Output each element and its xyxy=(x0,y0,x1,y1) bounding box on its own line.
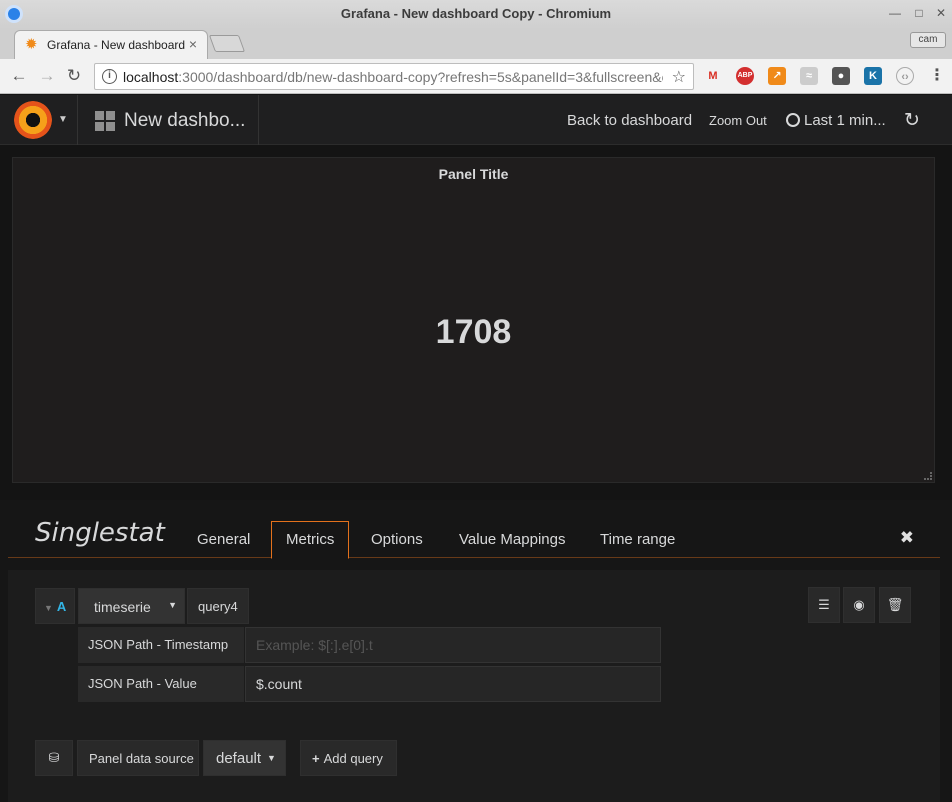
resize-handle-icon[interactable] xyxy=(924,472,932,480)
grafana-navbar: ▼ New dashbo... Back to dashboard Zoom O… xyxy=(0,95,952,145)
refresh-icon[interactable]: ↻ xyxy=(904,109,920,132)
tab-options[interactable]: Options xyxy=(357,522,437,558)
back-arrow-icon[interactable]: ← xyxy=(8,65,30,87)
window-titlebar: Grafana - New dashboard Copy - Chromium … xyxy=(0,0,952,29)
reload-icon[interactable]: ↻ xyxy=(63,65,85,87)
caret-down-icon: ▼ xyxy=(267,753,276,763)
bookmark-star-icon[interactable]: ☆ xyxy=(672,67,686,87)
editor-header: Singlestat General Metrics Options Value… xyxy=(8,512,940,559)
new-tab-button[interactable] xyxy=(208,35,246,52)
caret-down-icon: ▼ xyxy=(44,603,53,613)
tab-time-range[interactable]: Time range xyxy=(586,522,689,558)
close-window-icon[interactable]: ✕ xyxy=(932,5,950,21)
panel-data-source-label: Panel data source xyxy=(77,740,199,776)
panel-value: 1708 xyxy=(435,313,512,351)
url-text[interactable]: localhost:3000/dashboard/db/new-dashboar… xyxy=(123,69,663,85)
query-type-select[interactable]: timeserie ▼ xyxy=(78,588,185,624)
zoom-out-button[interactable]: Zoom Out xyxy=(709,113,767,128)
profile-button[interactable]: cam xyxy=(910,32,946,48)
menu-bars-icon[interactable]: ☰ xyxy=(808,587,840,623)
clock-icon xyxy=(786,113,800,127)
browser-tab[interactable]: ✹ Grafana - New dashboard Copy × xyxy=(14,30,208,59)
database-icon[interactable]: ⛁ xyxy=(35,740,73,776)
timestamp-path-label: JSON Path - Timestamp xyxy=(78,627,244,663)
window-title: Grafana - New dashboard Copy - Chromium xyxy=(340,6,612,21)
value-path-label: JSON Path - Value xyxy=(78,666,244,702)
plus-icon: + xyxy=(312,751,320,766)
dashboard-title: New dashbo... xyxy=(124,110,246,131)
rss-icon[interactable]: ≈ xyxy=(800,67,818,85)
tab-general[interactable]: General xyxy=(183,522,264,558)
browser-toolbar: ← → ↻ i localhost:3000/dashboard/db/new-… xyxy=(0,59,952,94)
lightbulb-icon[interactable]: ● xyxy=(832,67,850,85)
panel-title[interactable]: Panel Title xyxy=(13,166,934,182)
dashboard-grid-icon xyxy=(95,111,115,131)
bracket-icon[interactable]: ‹› xyxy=(896,67,914,85)
editor-title: Singlestat xyxy=(35,518,165,548)
k-icon[interactable]: K xyxy=(864,67,882,85)
query-name[interactable]: query4 xyxy=(187,588,249,624)
site-info-icon[interactable]: i xyxy=(102,69,117,84)
tab-title: Grafana - New dashboard Copy xyxy=(47,38,187,52)
gmail-icon[interactable]: M xyxy=(704,67,722,85)
trash-icon[interactable]: 🗑 xyxy=(879,587,911,623)
trending-icon[interactable]: ↗ xyxy=(768,67,786,85)
address-bar[interactable]: i localhost:3000/dashboard/db/new-dashbo… xyxy=(94,63,694,90)
grafana-favicon-icon: ✹ xyxy=(25,36,38,53)
time-picker-button[interactable]: Last 1 min... xyxy=(786,112,886,129)
maximize-icon[interactable]: □ xyxy=(910,5,928,21)
eye-icon[interactable]: ◉ xyxy=(843,587,875,623)
tab-metrics[interactable]: Metrics xyxy=(271,521,350,559)
timestamp-path-input[interactable]: Example: $[:].e[0].t xyxy=(245,627,661,663)
grafana-logo-icon xyxy=(14,101,52,139)
dashboard-picker[interactable]: New dashbo... xyxy=(79,95,259,145)
singlestat-panel: Panel Title 1708 xyxy=(12,157,935,483)
forward-arrow-icon[interactable]: → xyxy=(36,65,58,87)
menu-icon[interactable]: ⋮ xyxy=(928,67,946,85)
tab-strip: ✹ Grafana - New dashboard Copy × cam xyxy=(0,29,952,59)
data-source-select[interactable]: default ▼ xyxy=(203,740,286,776)
grafana-menu-button[interactable]: ▼ xyxy=(0,95,78,145)
tab-value-mappings[interactable]: Value Mappings xyxy=(445,522,579,558)
close-editor-icon[interactable]: ✖ xyxy=(900,528,914,548)
tab-close-icon[interactable]: × xyxy=(189,36,197,52)
value-path-input[interactable]: $.count xyxy=(245,666,661,702)
query-toggle-button[interactable]: ▼ A xyxy=(35,588,75,624)
back-to-dashboard-button[interactable]: Back to dashboard xyxy=(567,112,692,129)
minimize-icon[interactable]: — xyxy=(886,5,904,21)
adblock-plus-icon[interactable]: ABP xyxy=(736,67,754,85)
caret-down-icon: ▼ xyxy=(168,600,177,610)
panel-editor: Singlestat General Metrics Options Value… xyxy=(0,500,952,802)
query-editor-area: ▼ A timeserie ▼ query4 ☰ ◉ 🗑 JSON Path - T… xyxy=(8,570,940,802)
add-query-button[interactable]: + Add query xyxy=(300,740,397,776)
caret-down-icon: ▼ xyxy=(58,114,68,125)
